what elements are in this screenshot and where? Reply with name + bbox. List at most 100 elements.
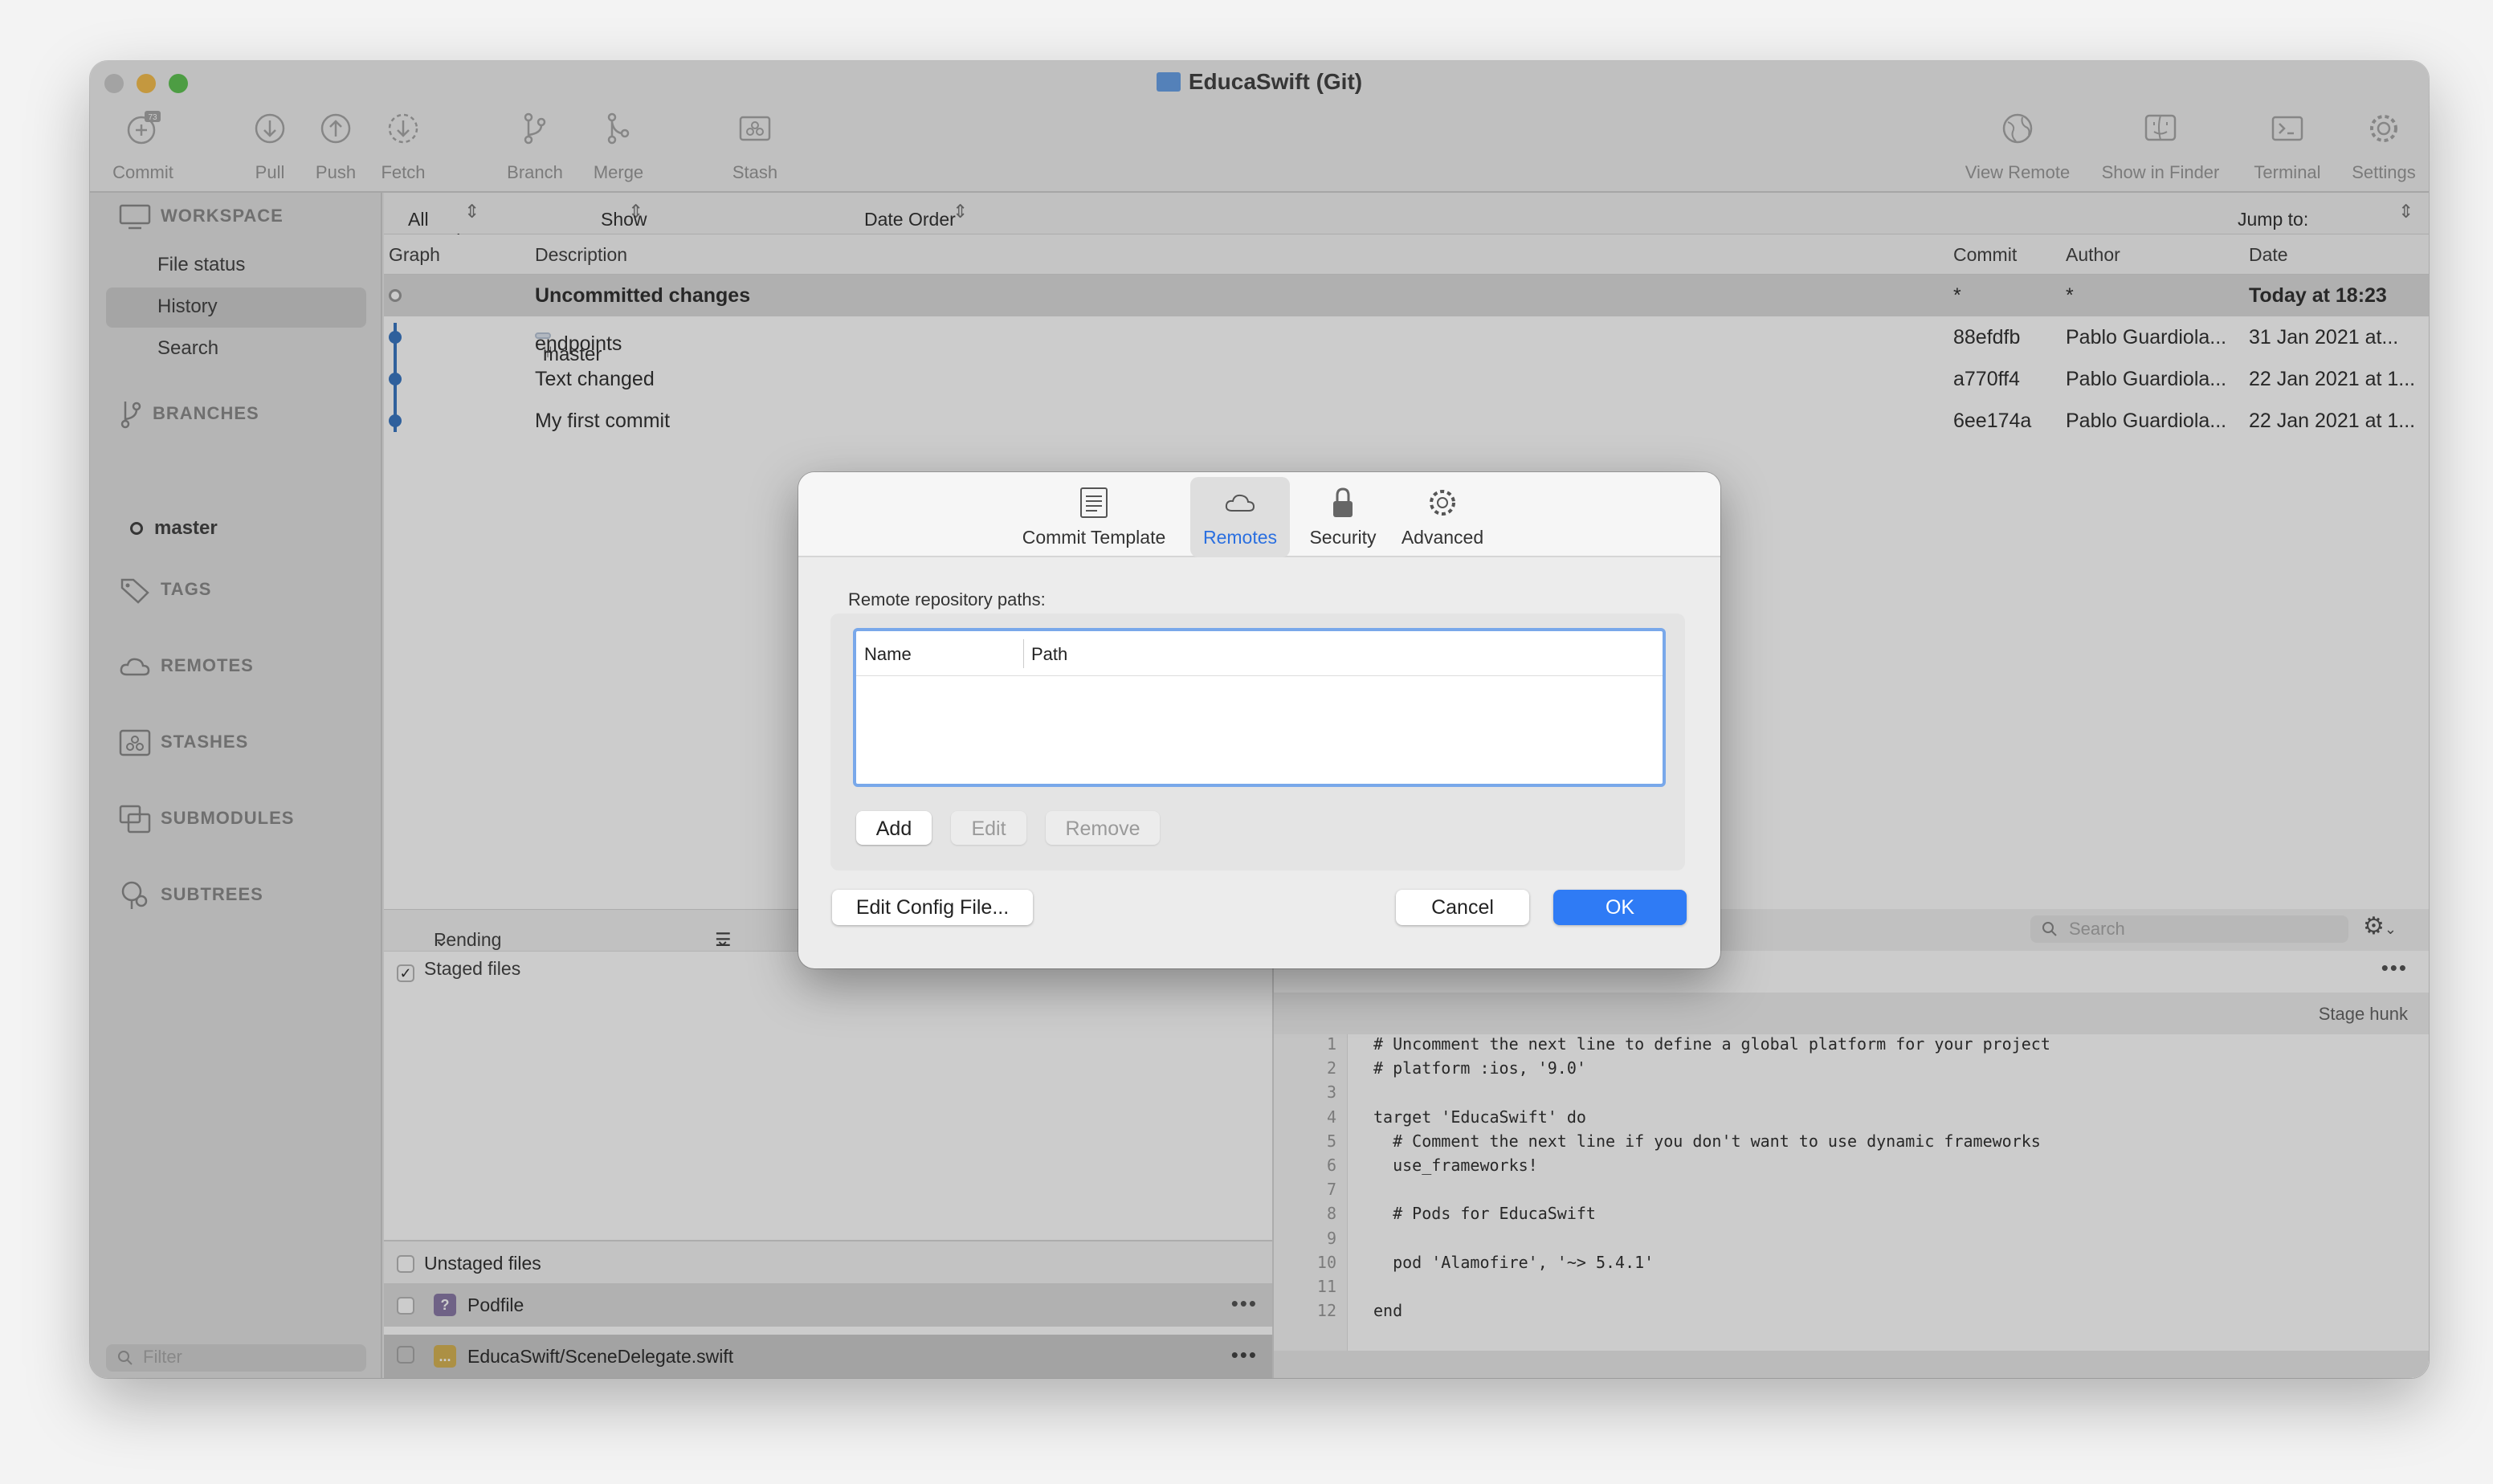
jump-to-select[interactable]: Jump to: ⇕: [2238, 201, 2413, 230]
branch-icon: [120, 402, 141, 429]
row-commit: *: [1953, 284, 1961, 307]
sidebar-section-remotes[interactable]: REMOTES: [119, 655, 254, 678]
sidebar-item-branch-master[interactable]: master: [130, 517, 218, 540]
column-graph[interactable]: Graph: [389, 244, 440, 266]
sidebar-section-branches[interactable]: BRANCHES: [119, 400, 259, 429]
remove-remote-button[interactable]: Remove: [1046, 811, 1160, 845]
diff-search-input[interactable]: Search: [2030, 915, 2348, 943]
list-item-overflow: [384, 1370, 1272, 1378]
tab-security[interactable]: Security: [1300, 477, 1386, 557]
edit-remote-button[interactable]: Edit: [951, 811, 1026, 845]
tab-advanced[interactable]: Advanced: [1393, 477, 1492, 557]
graph-node: [389, 331, 402, 344]
sidebar-item-history[interactable]: History: [157, 296, 218, 318]
cancel-button[interactable]: Cancel: [1396, 890, 1529, 925]
diff-search-placeholder: Search: [2069, 919, 2125, 939]
sidebar-item-search[interactable]: Search: [157, 337, 218, 360]
column-commit[interactable]: Commit: [1953, 244, 2017, 266]
branch-button[interactable]: Branch: [487, 111, 583, 183]
column-description[interactable]: Description: [535, 244, 627, 266]
staged-checkbox[interactable]: ✓: [397, 964, 414, 982]
file-checkbox[interactable]: [397, 1297, 414, 1315]
untracked-file-icon: ?: [434, 1294, 456, 1316]
tab-security-label: Security: [1309, 527, 1377, 548]
dialog-tab-bar: Commit Template Remotes Security Advance…: [798, 472, 1720, 557]
more-options-icon[interactable]: •••: [2381, 956, 2408, 980]
table-row[interactable]: Uncommitted changes * * Today at 18:23: [384, 275, 2429, 316]
table-row[interactable]: My first commit 6ee174a Pablo Guardiola.…: [384, 400, 2429, 442]
sidebar-section-subtrees[interactable]: SUBTREES: [119, 880, 263, 911]
remote-branches-select[interactable]: Show Remote Branches⇕: [601, 201, 679, 273]
sidebar-section-submodules[interactable]: SUBMODULES: [119, 805, 294, 834]
table-row[interactable]: Text changed a770ff4 Pablo Guardiola... …: [384, 358, 2429, 400]
line-number: 5: [1326, 1131, 1336, 1151]
cloud-icon: [120, 658, 150, 676]
fetch-button[interactable]: Fetch: [355, 111, 451, 183]
stash-icon: [119, 729, 151, 756]
merge-button[interactable]: Merge: [570, 111, 667, 183]
ok-button[interactable]: OK: [1553, 890, 1687, 925]
window-title: EducaSwift (Git): [90, 69, 2429, 95]
list-item[interactable]: ? Podfile.lock •••: [384, 1327, 1272, 1370]
settings-button[interactable]: Settings: [2328, 111, 2429, 183]
line-number: 12: [1316, 1301, 1336, 1321]
line-number: 4: [1326, 1107, 1336, 1127]
code-line: 5 # Comment the next line if you don't w…: [1274, 1131, 2429, 1156]
more-options-icon[interactable]: •••: [1231, 1291, 1258, 1316]
commit-label: Commit: [112, 162, 173, 182]
stage-hunk-button[interactable]: Stage hunk: [2319, 1004, 2408, 1025]
sidebar-section-workspace[interactable]: WORKSPACE: [119, 204, 284, 230]
line-number: 1: [1326, 1034, 1336, 1054]
file-name: Podfile: [467, 1294, 524, 1315]
commit-button[interactable]: 73 Commit: [95, 111, 191, 183]
order-select[interactable]: Date Order ⇕: [864, 201, 968, 230]
row-author: Pablo Guardiola...: [2066, 410, 2227, 432]
staged-files-header[interactable]: ✓ Staged files: [397, 958, 520, 982]
gear-icon: [1430, 490, 1455, 516]
table-row[interactable]: ⑂ master endpoints 88efdfb Pablo Guardiol…: [384, 316, 2429, 365]
column-name[interactable]: Name: [864, 644, 912, 665]
fetch-icon: [388, 113, 418, 144]
line-text: target 'EducaSwift' do: [1373, 1107, 1586, 1127]
sidebar-filter-input[interactable]: Filter: [106, 1344, 366, 1372]
column-author[interactable]: Author: [2066, 244, 2120, 266]
stash-label: Stash: [732, 162, 778, 182]
tab-commit-template[interactable]: Commit Template: [1015, 477, 1173, 557]
sidebar-item-file-status[interactable]: File status: [157, 254, 245, 276]
more-options-icon[interactable]: •••: [1231, 1335, 1258, 1360]
unstaged-files-header[interactable]: Unstaged files: [384, 1241, 1272, 1285]
row-description: Text changed: [535, 368, 655, 390]
search-icon: [2042, 922, 2057, 936]
column-path[interactable]: Path: [1031, 644, 1067, 665]
cloud-icon: [1225, 494, 1255, 512]
gear-menu-icon[interactable]: ⚙⌄: [2363, 912, 2397, 940]
order-value: Date Order: [864, 209, 956, 230]
file-checkbox[interactable]: [397, 1340, 414, 1358]
terminal-button[interactable]: Terminal: [2231, 111, 2344, 183]
sidebar-filter-placeholder: Filter: [143, 1347, 182, 1367]
toolbar: EducaSwift (Git) 73 Commit Pull Push Fet…: [90, 61, 2429, 193]
list-item[interactable]: ? Podfile •••: [384, 1283, 1272, 1327]
sidebar-section-tags[interactable]: TAGS: [119, 577, 211, 604]
row-author: Pablo Guardiola...: [2066, 368, 2227, 390]
current-branch-icon: [130, 522, 143, 535]
show-in-finder-button[interactable]: Show in Finder: [2072, 111, 2249, 183]
unstaged-checkbox[interactable]: [397, 1255, 414, 1273]
finder-icon: [2144, 114, 2177, 141]
line-text: end: [1373, 1301, 1403, 1321]
sidebar-section-stashes-label: STASHES: [161, 731, 249, 752]
tab-remotes[interactable]: Remotes: [1190, 477, 1290, 557]
row-description: Uncommitted changes: [535, 284, 751, 307]
remotes-table[interactable]: Name Path: [853, 628, 1666, 787]
sidebar-section-stashes[interactable]: STASHES: [119, 729, 248, 756]
branches-filter-select[interactable]: All Branches⇕: [408, 201, 486, 251]
code-line: 3: [1274, 1082, 2429, 1107]
edit-config-file-button[interactable]: Edit Config File...: [832, 890, 1033, 925]
globe-icon: [2002, 113, 2033, 144]
stash-button[interactable]: Stash: [707, 111, 803, 183]
diff-footer: [1274, 1351, 2429, 1378]
add-remote-button[interactable]: Add: [856, 811, 932, 845]
line-number: 6: [1326, 1155, 1336, 1175]
chevron-down-icon: ⌄: [2384, 921, 2397, 937]
column-date[interactable]: Date: [2249, 244, 2288, 266]
